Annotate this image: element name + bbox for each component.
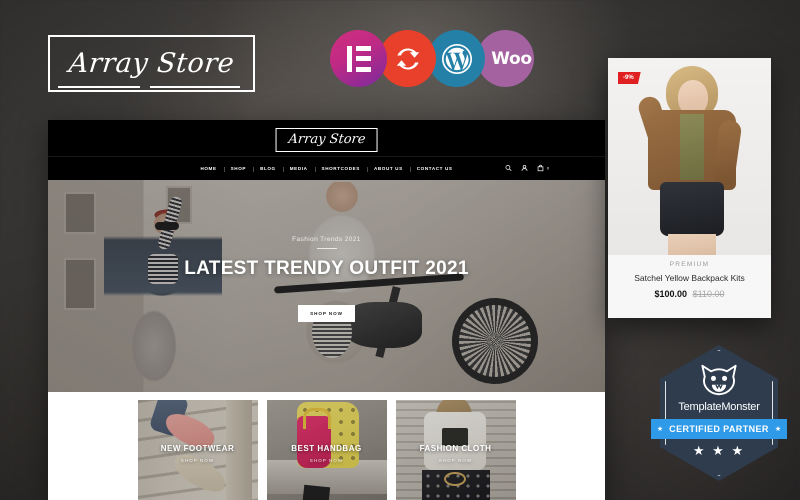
site-logo[interactable]: Array Store (275, 128, 378, 152)
site-header: Array Store HOME SHOP BLOG MEDIA SHORTCO… (48, 120, 605, 180)
wordpress-w-glyph (441, 43, 472, 74)
brand-logo-text: Array Store (67, 48, 236, 79)
hero-copy: Fashion Trends 2021 LATEST TRENDY OUTFIT… (48, 236, 605, 322)
website-mockup: Array Store HOME SHOP BLOG MEDIA SHORTCO… (48, 120, 605, 500)
category-cta-footwear[interactable]: SHOP NOW (138, 458, 258, 463)
elementor-mark (346, 45, 371, 72)
woocommerce-label: Woo (491, 48, 532, 69)
search-icon[interactable] (505, 165, 512, 172)
category-card-row: NEW FOOTWEAR SHOP NOW BEST HANDBAG SHOP … (48, 392, 605, 500)
monster-cat-icon (701, 364, 737, 396)
user-account-icon[interactable] (521, 164, 528, 172)
ribbon-star-left: ★ (656, 426, 664, 433)
brand-logo: Array Store (48, 35, 255, 92)
hero-banner: Fashion Trends 2021 LATEST TRENDY OUTFIT… (48, 180, 605, 392)
shopping-cart-icon[interactable] (537, 164, 544, 172)
product-sale-price: $100.00 (654, 289, 688, 299)
hero-subtitle: Fashion Trends 2021 (292, 236, 361, 243)
category-cta-cloth[interactable]: SHOP NOW (396, 458, 516, 463)
product-info: PREMIUM Satchel Yellow Backpack Kits $10… (608, 255, 771, 299)
badge-brand-name: TemplateMonster (678, 401, 760, 413)
product-category: PREMIUM (669, 261, 710, 268)
elementor-bar-1 (355, 45, 371, 51)
elementor-icon (330, 30, 387, 87)
product-discount-badge: -9% (618, 72, 641, 84)
product-price-row: $100.00 $110.00 (616, 289, 763, 299)
nav-item-shortcodes[interactable]: SHORTCODES (314, 166, 367, 172)
elementor-bar-3 (355, 66, 371, 72)
templatemonster-certified-badge: TemplateMonster ★ CERTIFIED PARTNER ★ ★ … (651, 345, 787, 481)
nav-item-about-us[interactable]: ABOUT US (366, 166, 410, 172)
hero-title: LATEST TRENDY OUTFIT 2021 (184, 258, 469, 279)
screenshot-stage: Array Store Woo Array Store HOME SHOP BL… (0, 0, 800, 500)
product-card[interactable]: -9% PREMIUM Satchel Yellow Backpack Kits… (608, 58, 771, 318)
category-card-cloth[interactable]: FASHION CLOTH SHOP NOW (395, 400, 516, 500)
nav-item-shop[interactable]: SHOP (223, 166, 253, 172)
header-action-icons: 0 (505, 164, 549, 172)
product-regular-price: $110.00 (692, 289, 725, 299)
category-card-footwear[interactable]: NEW FOOTWEAR SHOP NOW (137, 400, 258, 500)
brand-logo-underline-gap (140, 86, 150, 89)
product-model-inner-top (680, 114, 704, 180)
elementor-bar-vertical (346, 45, 352, 72)
category-label-cloth: FASHION CLOTH (419, 444, 492, 453)
product-model-photo (635, 66, 746, 255)
product-model-legs (668, 234, 716, 255)
category-label-footwear: NEW FOOTWEAR (160, 444, 235, 453)
refresh-arrows-glyph (396, 47, 419, 70)
category-cta-handbag[interactable]: SHOP NOW (267, 458, 387, 463)
hero-shop-now-button[interactable]: SHOP NOW (298, 305, 355, 322)
hero-divider (316, 248, 337, 249)
nav-item-media[interactable]: MEDIA (282, 166, 315, 172)
product-model-shorts (660, 182, 724, 236)
product-image: -9% (608, 58, 771, 255)
category-card-handbag[interactable]: BEST HANDBAG SHOP NOW (266, 400, 387, 500)
cart-count: 0 (546, 165, 549, 171)
ribbon-star-right: ★ (774, 426, 782, 433)
update-refresh-icon (379, 30, 436, 87)
certified-partner-ribbon: ★ CERTIFIED PARTNER ★ (651, 419, 787, 439)
badge-star-rating: ★ ★ ★ (692, 443, 746, 458)
nav-item-home[interactable]: HOME (193, 166, 223, 171)
woocommerce-icon: Woo (477, 30, 534, 87)
tech-badge-row: Woo (330, 30, 534, 87)
nav-list: HOME SHOP BLOG MEDIA SHORTCODES ABOUT US… (193, 166, 460, 172)
site-navigation: HOME SHOP BLOG MEDIA SHORTCODES ABOUT US… (48, 156, 605, 179)
category-label-handbag: BEST HANDBAG (291, 444, 362, 453)
ribbon-label: CERTIFIED PARTNER (669, 424, 769, 434)
elementor-bar-2 (355, 56, 371, 61)
nav-item-blog[interactable]: BLOG (253, 166, 283, 172)
nav-item-contact-us[interactable]: CONTACT US (409, 166, 460, 172)
product-title[interactable]: Satchel Yellow Backpack Kits (616, 273, 763, 283)
site-logo-text: Array Store (287, 132, 366, 147)
wordpress-icon (428, 30, 485, 87)
elementor-bars-horizontal (355, 45, 371, 72)
